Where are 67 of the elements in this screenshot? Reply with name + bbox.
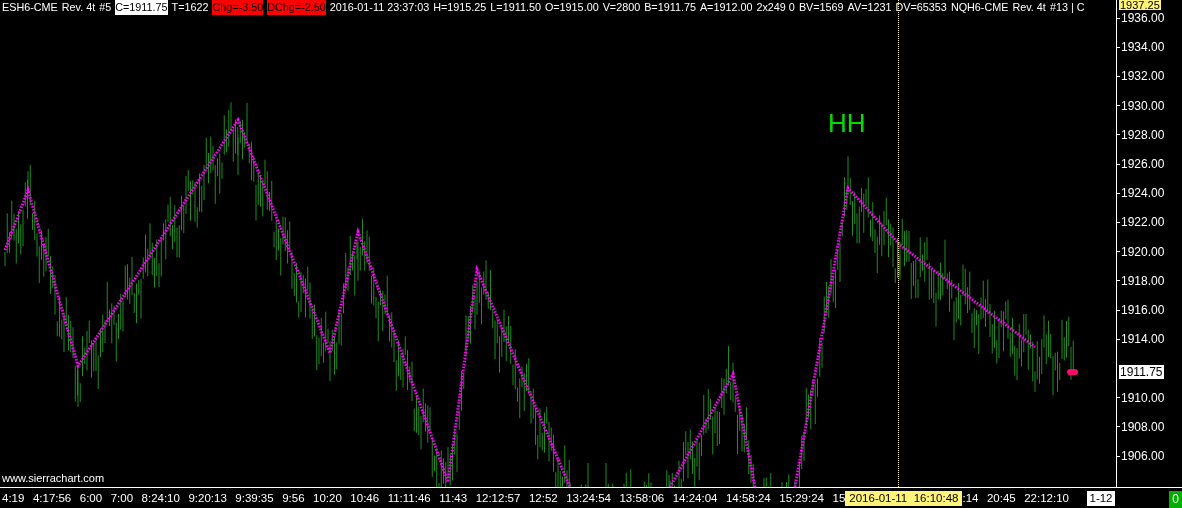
time-axis-label: 14:24:04 [672, 491, 718, 506]
quote-field: BV=1569 [798, 0, 844, 15]
time-axis-label: 13:24:54 [566, 491, 611, 506]
quote-field: B=1911.75 [644, 0, 696, 15]
time-axis-label: 7:00 [110, 491, 134, 506]
quote-field: A=1912.00 [699, 0, 753, 15]
quote-field: 2x249 0 [756, 0, 795, 15]
price-axis-label: 1930.00 [1120, 98, 1165, 113]
price-axis-label: 1926.00 [1120, 157, 1165, 171]
time-axis-label: 20:45 [986, 491, 1016, 506]
time-axis-label: 14:58:24 [725, 491, 771, 506]
quote-field: #5 [99, 0, 112, 15]
time-axis-label: 10:20 [313, 491, 342, 506]
time-axis-label: 4:19 [2, 491, 25, 506]
quote-field: DV=65353 [895, 0, 947, 15]
quote-field: AV=1231 [847, 0, 892, 15]
price-axis-label: 1918.00 [1120, 273, 1165, 288]
last-price-label: 1911.75 [1119, 365, 1164, 380]
quote-field: Rev. 4t [1012, 0, 1046, 15]
quote-field: H=1915.25 [433, 0, 487, 15]
quote-field: O=1915.00 [544, 0, 599, 15]
time-axis-label: 22:12:10 [1024, 491, 1069, 506]
time-axis-label: 11:11:46 [387, 491, 431, 506]
cursor-time-label: 2016-01-11 16:10:48 [845, 491, 963, 506]
time-axis-label: :14 [962, 491, 979, 506]
price-axis-label: 1910.00 [1120, 390, 1165, 405]
quote-field: Rev. 4t [61, 0, 96, 15]
time-axis-label: 11:43 [439, 491, 468, 506]
price-axis-label: 1932.00 [1120, 69, 1165, 84]
time-axis-label: 9:20:13 [188, 491, 227, 506]
last-price-marker [1067, 369, 1078, 376]
price-axis-label: 1906.00 [1120, 449, 1165, 463]
time-axis-label: 9:39:35 [235, 491, 274, 506]
time-axis-label: 8:24:10 [141, 491, 180, 506]
price-axis-label: 1916.00 [1120, 303, 1165, 317]
quote-field: Chg=-3.50 [212, 0, 264, 15]
time-axis-label: 4:17:56 [32, 491, 72, 506]
quote-field: DChg=-2.50 [267, 0, 326, 15]
quote-field: NQH6-CME [950, 0, 1009, 15]
quote-field: C=1911.75 [115, 0, 168, 15]
time-axis-label: 15 [832, 491, 846, 506]
quote-field: V=2800 [602, 0, 641, 15]
time-axis-label: 13:58:06 [619, 491, 665, 506]
time-axis-label: 15:29:24 [779, 491, 824, 506]
time-axis-label: 10:46 [350, 491, 380, 506]
quote-field: T=1622 [171, 0, 209, 15]
quote-field: #13 | C [1049, 0, 1085, 15]
price-axis-label: 1922.00 [1120, 215, 1165, 230]
date-marker: 1-12 [1087, 491, 1115, 506]
chart-annotation: HH [828, 110, 866, 136]
time-axis-label: 6:00 [79, 491, 103, 506]
counter-badge: 0 [1169, 491, 1182, 508]
site-label: www.sierrachart.com [2, 472, 105, 485]
time-axis-label: 9:56 [282, 491, 305, 506]
price-axis-label: 1934.00 [1120, 40, 1165, 55]
price-axis-label: 1928.00 [1120, 127, 1165, 142]
price-axis-label: 1914.00 [1120, 332, 1165, 347]
quote-field: L=1911.50 [490, 0, 541, 15]
price-axis-label: 1924.00 [1120, 186, 1165, 201]
price-axis-label: 1920.00 [1120, 244, 1165, 259]
time-axis-label: 12:12:57 [475, 491, 521, 506]
quote-field: 2016-01-11 23:37:03 [329, 0, 430, 15]
time-axis-label: 12:52 [528, 491, 558, 506]
price-axis-label: 1908.00 [1120, 419, 1165, 434]
cursor-price-label: 1937.25 [1119, 0, 1161, 10]
price-axis-label: 1936.00 [1120, 11, 1165, 25]
quote-field: ESH6-CME [2, 0, 58, 15]
